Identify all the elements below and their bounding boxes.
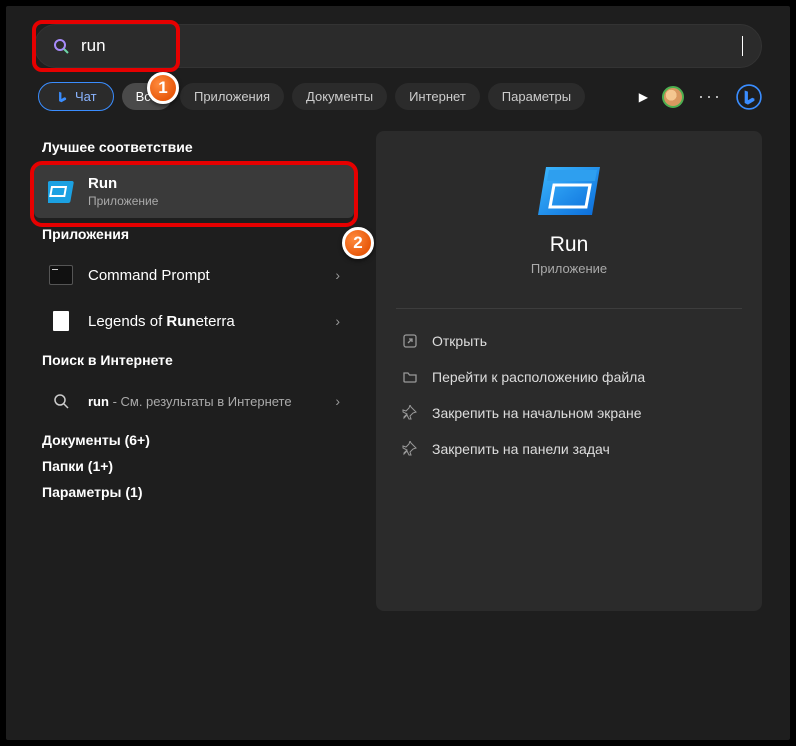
action-open[interactable]: Открыть <box>396 323 742 359</box>
search-input[interactable]: run <box>81 36 744 56</box>
result-command-prompt[interactable]: Command Prompt › <box>34 252 354 298</box>
preview-panel: Run Приложение Открыть Перейти к располо… <box>376 131 762 611</box>
chip-settings[interactable]: Параметры <box>488 83 585 110</box>
section-best-match: Лучшее соответствие <box>42 139 354 155</box>
result-title: Legends of Runeterra <box>88 313 235 330</box>
result-subtitle: Приложение <box>88 194 158 208</box>
folder-icon <box>402 369 418 385</box>
section-parameters[interactable]: Параметры (1) <box>42 484 354 500</box>
action-label: Открыть <box>432 333 487 349</box>
cmd-icon <box>48 262 74 288</box>
best-match-wrap: Run Приложение <box>34 165 354 218</box>
chip-apps[interactable]: Приложения <box>180 83 284 110</box>
separator <box>396 308 742 309</box>
section-folders[interactable]: Папки (1+) <box>42 458 354 474</box>
search-icon <box>53 38 69 54</box>
open-icon <box>402 333 418 349</box>
action-label: Перейти к расположению файла <box>432 369 645 385</box>
bing-chat-icon[interactable] <box>736 84 762 110</box>
more-icon[interactable]: ··· <box>698 86 722 107</box>
chevron-right-icon: › <box>335 313 340 329</box>
chip-docs[interactable]: Документы <box>292 83 387 110</box>
pin-icon <box>402 405 418 421</box>
action-pin-start[interactable]: Закрепить на начальном экране <box>396 395 742 431</box>
action-pin-taskbar[interactable]: Закрепить на панели задач <box>396 431 742 467</box>
section-applications: Приложения <box>42 226 354 242</box>
text-cursor <box>742 36 743 56</box>
search-bar[interactable]: run <box>34 24 762 68</box>
results-column: Лучшее соответствие Run Приложение <box>34 131 354 611</box>
search-container: run <box>34 24 762 68</box>
chip-label: Чат <box>75 89 97 104</box>
annotation-badge-1: 1 <box>147 72 179 104</box>
preview-title: Run <box>396 233 742 257</box>
chevron-right-icon: › <box>335 267 340 283</box>
result-web-run[interactable]: run - См. результаты в Интернете › <box>34 378 354 424</box>
preview-subtitle: Приложение <box>396 261 742 276</box>
chevron-right-icon: › <box>335 393 340 409</box>
run-icon <box>48 179 74 205</box>
result-title: Command Prompt <box>88 267 210 284</box>
chip-internet[interactable]: Интернет <box>395 83 480 110</box>
result-title: Run <box>88 175 158 192</box>
result-run[interactable]: Run Приложение <box>34 165 354 218</box>
annotation-badge-2: 2 <box>342 227 374 259</box>
pin-icon <box>402 441 418 457</box>
search-icon <box>48 388 74 414</box>
result-legends-of-runeterra[interactable]: Legends of Runeterra › <box>34 298 354 344</box>
document-icon <box>48 308 74 334</box>
bing-icon <box>55 90 69 104</box>
section-documents[interactable]: Документы (6+) <box>42 432 354 448</box>
section-web-search: Поиск в Интернете <box>42 352 354 368</box>
filter-chips-row: Чат Все Приложения Документы Интернет Па… <box>34 82 762 111</box>
chip-chat[interactable]: Чат <box>38 82 114 111</box>
user-avatar[interactable] <box>662 86 684 108</box>
action-label: Закрепить на начальном экране <box>432 405 642 421</box>
preview-icon <box>396 167 742 215</box>
action-label: Закрепить на панели задач <box>432 441 610 457</box>
result-title: run - См. результаты в Интернете <box>88 394 292 409</box>
action-file-location[interactable]: Перейти к расположению файла <box>396 359 742 395</box>
scroll-right-icon[interactable]: ▶ <box>639 90 648 104</box>
